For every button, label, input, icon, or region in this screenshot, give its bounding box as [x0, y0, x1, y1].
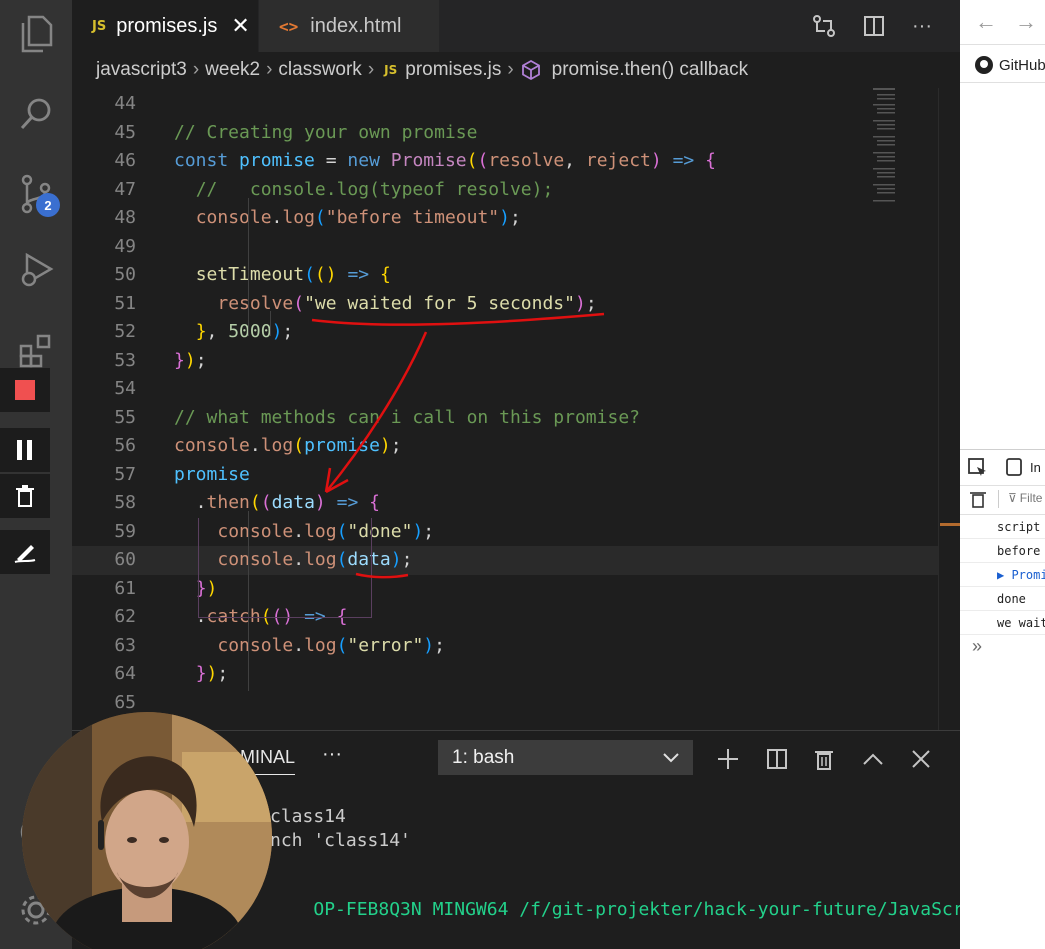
kill-terminal-icon[interactable] [810, 745, 838, 773]
pause-icon [17, 440, 32, 460]
terminal-select-value: 1: bash [452, 746, 515, 768]
console-message: script [960, 515, 1045, 539]
webcam-overlay [22, 712, 272, 949]
code-editor[interactable]: 44 45// Creating your own promise 46 const … [72, 88, 960, 730]
panel-more-icon[interactable]: ··· [322, 743, 342, 766]
js-file-icon: JS [384, 63, 398, 77]
tab-index-html[interactable]: <> index.html [259, 0, 439, 52]
breadcrumb-item[interactable]: classwork [278, 59, 361, 81]
divider [998, 490, 999, 508]
chevron-right-icon: › [192, 59, 200, 80]
back-arrow-icon[interactable]: ← [970, 6, 1002, 38]
github-label: GitHub [999, 56, 1045, 74]
breadcrumb-item[interactable]: week2 [205, 59, 260, 81]
extensions-icon[interactable] [14, 328, 58, 372]
inspect-element-icon[interactable] [968, 458, 988, 483]
open-changes-icon[interactable] [808, 10, 840, 42]
files-icon[interactable] [14, 12, 58, 56]
maximize-panel-icon[interactable] [859, 745, 887, 773]
new-terminal-icon[interactable] [714, 745, 742, 773]
stop-recording-button[interactable] [0, 368, 50, 412]
terminal-select[interactable]: 1: bash [438, 740, 693, 775]
minimap-preview [873, 88, 895, 202]
pen-icon [14, 545, 36, 563]
breadcrumb-symbol[interactable]: promise.then() callback [552, 59, 748, 81]
filter-placeholder: Filte [1019, 491, 1043, 505]
chevron-right-icon: › [367, 59, 375, 80]
pause-button[interactable] [0, 428, 50, 472]
console-prompt-icon[interactable]: » [972, 636, 982, 657]
github-bookmark[interactable]: GitHub [974, 55, 1045, 75]
js-file-icon: JS [92, 18, 107, 34]
run-debug-icon[interactable] [14, 248, 58, 292]
webcam-person-image [22, 712, 272, 949]
more-actions-icon[interactable]: ··· [906, 10, 938, 42]
filter-input[interactable]: ⊽ Filte [1008, 491, 1042, 505]
breadcrumb-file[interactable]: promises.js [405, 59, 501, 81]
close-icon[interactable]: ✕ [231, 13, 249, 39]
console-message: before [960, 539, 1045, 563]
chevron-down-icon [663, 753, 679, 763]
divider [960, 82, 1045, 83]
recorder-toolbar [0, 368, 50, 574]
close-panel-icon[interactable] [907, 745, 935, 773]
split-terminal-icon[interactable] [763, 745, 791, 773]
clear-console-icon[interactable] [970, 490, 986, 513]
breadcrumb: javascript3 › week2 › classwork › JS pro… [72, 52, 960, 88]
scm-badge: 2 [36, 193, 60, 217]
chevron-right-icon: › [266, 59, 273, 80]
divider [960, 485, 1045, 486]
console-promise-object[interactable]: ▶ Promi [960, 563, 1045, 587]
scroll-position-marker [940, 523, 961, 526]
github-icon [975, 56, 993, 74]
browser-window: ← → GitHub In ⊽ Filte script before ▶ Pr… [960, 0, 1045, 949]
tab-promises-js[interactable]: JS promises.js ✕ [72, 0, 258, 52]
search-icon[interactable] [14, 92, 58, 136]
terminal-prompt-text: OP-FEB8Q3N MINGW64 /f/git-projekter/hack… [313, 899, 975, 920]
terminal-line: nch 'class14' [270, 830, 411, 851]
minimap[interactable] [873, 88, 961, 730]
chevron-right-icon: › [507, 59, 514, 80]
tab-label: index.html [310, 14, 402, 37]
filter-icon: ⊽ [1008, 491, 1017, 505]
device-toolbar-icon[interactable] [1005, 458, 1023, 481]
method-cube-icon [521, 59, 540, 81]
devtools-panel: In ⊽ Filte script before ▶ Promi done we… [960, 449, 1045, 949]
terminal-line: class14 [270, 806, 346, 827]
console-message: done [960, 587, 1045, 611]
delete-recording-button[interactable] [0, 474, 50, 518]
split-editor-icon[interactable] [858, 10, 890, 42]
draw-button[interactable] [0, 530, 50, 574]
stop-icon [15, 380, 35, 400]
trash-icon [16, 485, 34, 507]
html-file-icon: <> [279, 16, 299, 36]
forward-arrow-icon[interactable]: → [1010, 6, 1042, 38]
divider [960, 44, 1045, 45]
console-message: we wait [960, 611, 1045, 635]
breadcrumb-item[interactable]: javascript3 [96, 59, 187, 81]
editor-tab-bar: JS promises.js ✕ <> index.html ··· [72, 0, 960, 52]
tab-label: promises.js [116, 14, 218, 37]
terminal-prompt-line: OP-FEB8Q3N MINGW64 /f/git-projekter/hack… [270, 878, 974, 941]
devtools-tab[interactable]: In [1030, 460, 1041, 475]
red-annotation-drawing [311, 312, 605, 579]
